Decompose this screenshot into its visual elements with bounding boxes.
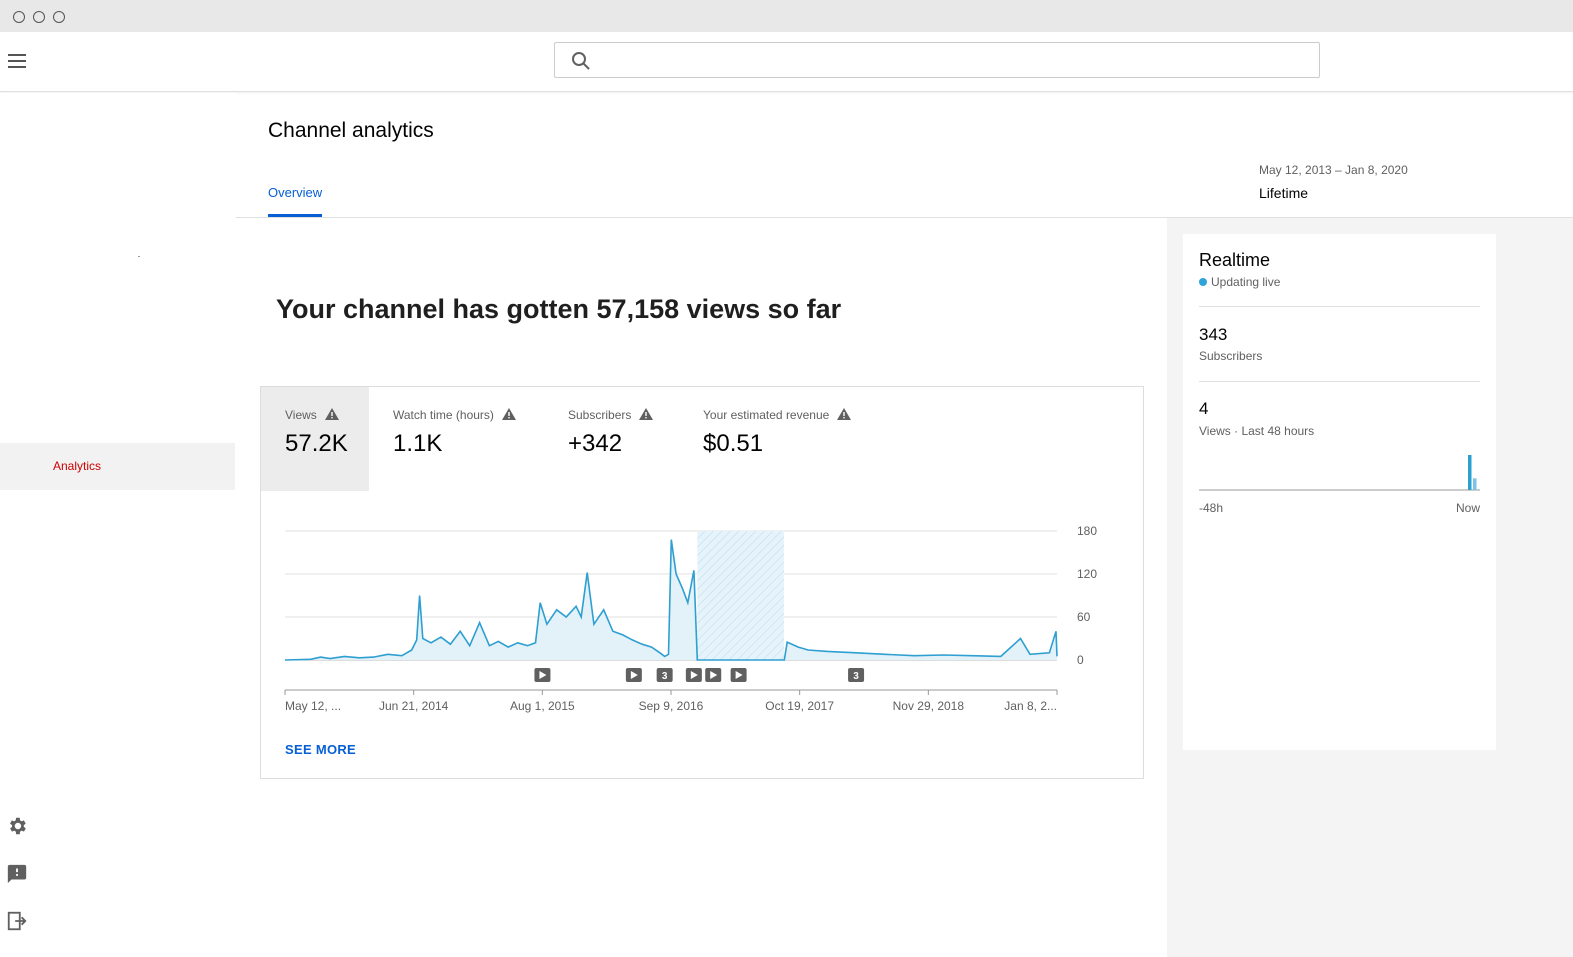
y-tick-label: 180: [1077, 524, 1097, 538]
realtime-status-text: Updating live: [1211, 275, 1281, 289]
realtime-card: Realtime Updating live 343 Subscribers 4…: [1183, 234, 1496, 750]
tab-overview[interactable]: Overview: [268, 185, 323, 217]
y-tick-label: 0: [1077, 653, 1084, 667]
realtime-subscribers-value: 343: [1199, 325, 1228, 344]
metric-tab-subscribers[interactable]: Subscribers +342: [544, 387, 679, 491]
search-icon[interactable]: [571, 51, 591, 71]
metric-label: Views: [285, 408, 317, 422]
warning-icon[interactable]: [837, 408, 852, 420]
search-box[interactable]: [554, 42, 1320, 78]
sidebar-item-label: Analytics: [53, 459, 102, 473]
metric-tab-watch-time[interactable]: Watch time (hours) 1.1K: [369, 387, 544, 491]
metric-label-row: Your estimated revenue: [703, 408, 852, 422]
window-close-dot[interactable]: [13, 11, 25, 23]
realtime-status: Updating live: [1199, 275, 1280, 289]
metric-value: +342: [568, 430, 623, 457]
live-dot-icon: [1199, 278, 1207, 286]
main-header: Channel analytics Overview May 12, 2013 …: [236, 93, 1573, 218]
metric-label-row: Views: [285, 408, 339, 422]
metric-label: Watch time (hours): [393, 408, 494, 422]
missing-data-band: [697, 531, 785, 660]
metric-label-row: Watch time (hours): [393, 408, 516, 422]
realtime-bar: [1473, 478, 1477, 490]
metric-tab-revenue[interactable]: Your estimated revenue $0.51: [679, 387, 879, 491]
x-tick-label: Jan 8, 2...: [1004, 699, 1057, 713]
metric-label-row: Subscribers: [568, 408, 654, 422]
metric-label: Your estimated revenue: [703, 408, 830, 422]
period-selector[interactable]: Lifetime: [1259, 185, 1308, 201]
warning-icon[interactable]: [324, 408, 339, 420]
realtime-subscribers-label: Subscribers: [1199, 349, 1263, 363]
x-tick-label: May 12, ...: [285, 699, 341, 713]
event-marker-label: 3: [853, 671, 859, 682]
realtime-bar-chart[interactable]: [1199, 449, 1480, 492]
page-title: Channel analytics: [268, 119, 434, 142]
search-input[interactable]: [599, 49, 1299, 71]
realtime-axis-end: Now: [1455, 501, 1480, 515]
x-tick-label: Aug 1, 2015: [510, 699, 575, 713]
event-marker-label: 3: [662, 671, 668, 682]
window-titlebar: [0, 0, 1573, 32]
date-range[interactable]: May 12, 2013 – Jan 8, 2020: [1259, 163, 1408, 177]
divider: [1199, 381, 1480, 382]
views-headline: Your channel has gotten 57,158 views so …: [276, 294, 842, 324]
sidebar: Analytics: [0, 93, 235, 957]
metric-value: 1.1K: [393, 430, 443, 457]
feedback-icon[interactable]: [6, 863, 28, 885]
metric-value: $0.51: [703, 430, 764, 457]
warning-icon[interactable]: [639, 408, 654, 420]
realtime-axis-start: -48h: [1199, 501, 1224, 515]
window-minimize-dot[interactable]: [33, 11, 45, 23]
divider: [1199, 306, 1480, 307]
views-line-chart[interactable]: 180 120 60 0 3 3 May 12, ... Jun 21, 2014 Aug 1,…: [261, 491, 1143, 721]
sidebar-divider: [138, 256, 140, 257]
exit-icon[interactable]: [6, 910, 28, 932]
realtime-bar: [1468, 455, 1472, 490]
sidebar-item-analytics[interactable]: Analytics: [0, 443, 235, 490]
realtime-title: Realtime: [1199, 250, 1271, 270]
x-tick-label: Sep 9, 2016: [639, 699, 704, 713]
y-tick-label: 60: [1077, 610, 1091, 624]
see-more-link[interactable]: SEE MORE: [285, 742, 356, 757]
metric-value: 57.2K: [285, 430, 348, 457]
x-tick-label: Oct 19, 2017: [765, 699, 834, 713]
y-tick-label: 120: [1077, 567, 1097, 581]
gear-icon[interactable]: [6, 815, 28, 837]
metric-label: Subscribers: [568, 408, 632, 422]
realtime-views-value: 4: [1199, 399, 1209, 418]
top-bar: [0, 32, 1573, 92]
realtime-views-label: Views · Last 48 hours: [1199, 424, 1315, 438]
x-tick-label: Nov 29, 2018: [893, 699, 965, 713]
metrics-card: Views 57.2K Watch time (hours) 1.1K Subs…: [260, 386, 1144, 779]
warning-icon[interactable]: [501, 408, 516, 420]
window-maximize-dot[interactable]: [53, 11, 65, 23]
metric-tab-views[interactable]: Views 57.2K: [261, 387, 369, 491]
menu-icon[interactable]: [6, 50, 28, 72]
x-tick-label: Jun 21, 2014: [379, 699, 449, 713]
